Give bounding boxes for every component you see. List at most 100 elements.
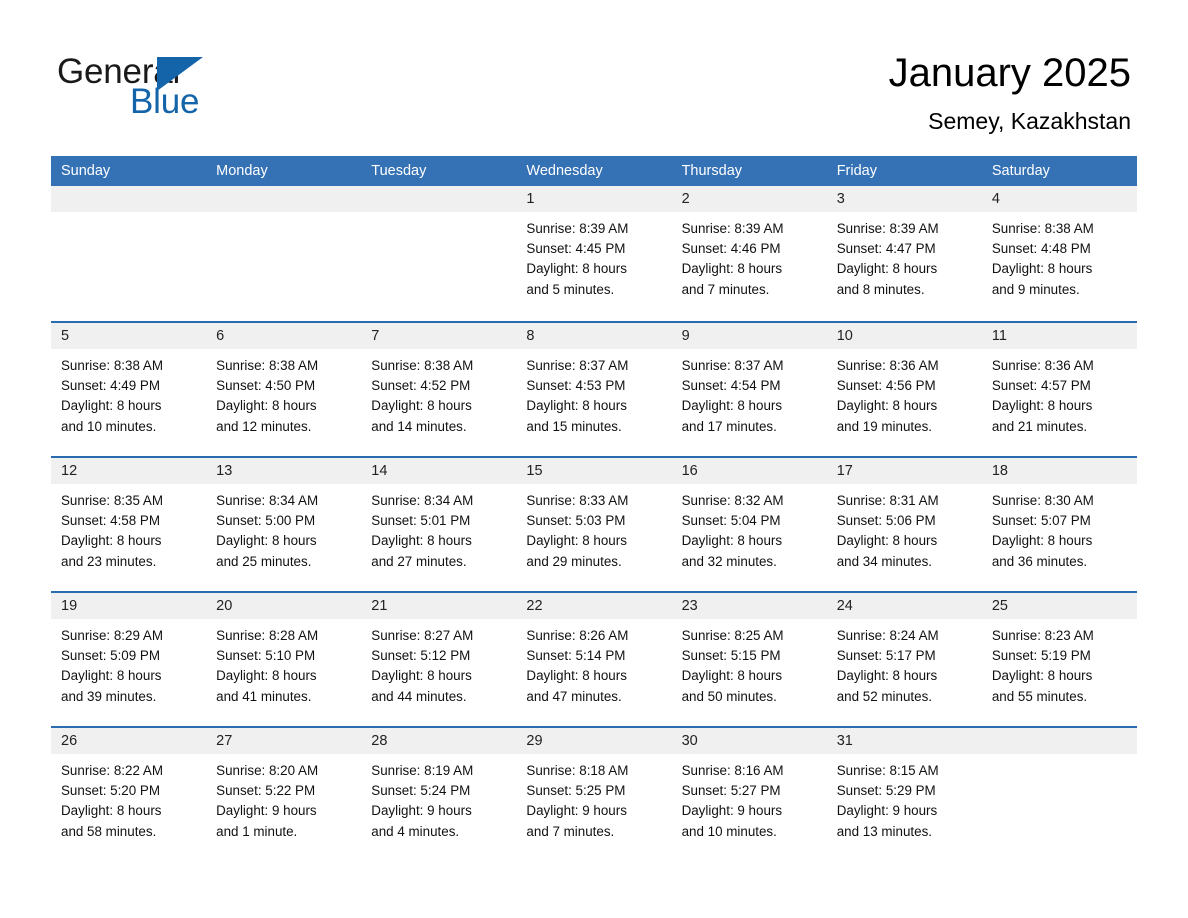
weekday-header-friday: Friday	[836, 163, 877, 179]
daylight-text-line2: and 32 minutes.	[681, 553, 777, 569]
daylight-text-line1: Daylight: 8 hours	[61, 668, 162, 684]
daylight-text-line2: and 5 minutes.	[526, 281, 615, 297]
sunset-text: Sunset: 4:54 PM	[681, 378, 781, 394]
daylight-text-line1: Daylight: 8 hours	[61, 398, 162, 414]
sunrise-text: Sunrise: 8:24 AM	[836, 628, 939, 643]
day-cell[interactable]: 20 Sunrise: 8:28 AM Sunset: 5:10 PM Dayl…	[206, 593, 362, 726]
sunset-text: Sunset: 4:45 PM	[526, 241, 626, 257]
daylight-text-line2: and 7 minutes.	[526, 823, 615, 839]
sunrise-text: Sunrise: 8:28 AM	[216, 628, 319, 643]
day-number: 12	[51, 458, 207, 484]
day-cell[interactable]: 19 Sunrise: 8:29 AM Sunset: 5:09 PM Dayl…	[51, 593, 207, 726]
sunset-text: Sunset: 5:01 PM	[371, 513, 471, 529]
daylight-text-line1: Daylight: 8 hours	[216, 533, 317, 549]
day-cell[interactable]: 30 Sunrise: 8:16 AM Sunset: 5:27 PM Dayl…	[671, 728, 827, 861]
daylight-text-line1: Daylight: 8 hours	[836, 398, 938, 414]
day-cell[interactable]: 29 Sunrise: 8:18 AM Sunset: 5:25 PM Dayl…	[516, 728, 672, 861]
daylight-text-line1: Daylight: 8 hours	[836, 533, 938, 549]
day-number: 23	[671, 593, 827, 619]
day-info: Sunrise: 8:24 AM Sunset: 5:17 PM Dayligh…	[827, 619, 982, 707]
day-cell[interactable]: 27 Sunrise: 8:20 AM Sunset: 5:22 PM Dayl…	[206, 728, 362, 861]
daylight-text-line2: and 52 minutes.	[836, 688, 932, 704]
sunset-text: Sunset: 5:07 PM	[991, 513, 1091, 529]
day-cell[interactable]: 31 Sunrise: 8:15 AM Sunset: 5:29 PM Dayl…	[826, 728, 982, 861]
day-cell[interactable]: 21 Sunrise: 8:27 AM Sunset: 5:12 PM Dayl…	[361, 593, 517, 726]
daylight-text-line2: and 10 minutes.	[61, 418, 157, 434]
day-number: 21	[361, 593, 517, 619]
sunset-text: Sunset: 4:58 PM	[61, 513, 160, 529]
sunrise-text: Sunrise: 8:27 AM	[371, 628, 474, 643]
daylight-text-line2: and 55 minutes.	[991, 688, 1088, 704]
sunset-text: Sunset: 5:06 PM	[836, 513, 936, 529]
sunrise-text: Sunrise: 8:22 AM	[61, 763, 163, 778]
day-cell[interactable]: 9 Sunrise: 8:37 AM Sunset: 4:54 PM Dayli…	[671, 323, 827, 456]
day-cell[interactable]: 6 Sunrise: 8:38 AM Sunset: 4:50 PM Dayli…	[206, 323, 362, 456]
sunrise-text: Sunrise: 8:38 AM	[371, 358, 474, 373]
day-cell[interactable]: 8 Sunrise: 8:37 AM Sunset: 4:53 PM Dayli…	[516, 323, 672, 456]
day-cell[interactable]: 10 Sunrise: 8:36 AM Sunset: 4:56 PM Dayl…	[826, 323, 982, 456]
daylight-text-line2: and 13 minutes.	[836, 823, 932, 839]
day-number: 24	[826, 593, 982, 619]
day-cell[interactable]: 3 Sunrise: 8:39 AM Sunset: 4:47 PM Dayli…	[826, 186, 982, 321]
day-cell[interactable]: 4 Sunrise: 8:38 AM Sunset: 4:48 PM Dayli…	[981, 186, 1137, 321]
day-cell[interactable]: 11 Sunrise: 8:36 AM Sunset: 4:57 PM Dayl…	[981, 323, 1137, 456]
sunrise-text: Sunrise: 8:31 AM	[836, 493, 939, 508]
daylight-text-line1: Daylight: 8 hours	[61, 533, 162, 549]
sunrise-text: Sunrise: 8:39 AM	[836, 221, 939, 236]
day-number: 30	[671, 728, 827, 754]
day-cell[interactable]: 25 Sunrise: 8:23 AM Sunset: 5:19 PM Dayl…	[981, 593, 1137, 726]
sunset-text: Sunset: 4:57 PM	[991, 378, 1091, 394]
day-number: 29	[516, 728, 672, 754]
day-cell[interactable]: 12 Sunrise: 8:35 AM Sunset: 4:58 PM Dayl…	[51, 458, 207, 591]
day-cell[interactable]: 13 Sunrise: 8:34 AM Sunset: 5:00 PM Dayl…	[206, 458, 362, 591]
daylight-text-line2: and 21 minutes.	[991, 418, 1088, 434]
sunset-text: Sunset: 5:29 PM	[836, 783, 936, 799]
daylight-text-line2: and 1 minute.	[216, 823, 298, 839]
daylight-text-line2: and 17 minutes.	[681, 418, 777, 434]
day-number: 3	[826, 186, 982, 212]
day-info: Sunrise: 8:33 AM Sunset: 5:03 PM Dayligh…	[516, 484, 671, 572]
day-cell[interactable]: 2 Sunrise: 8:39 AM Sunset: 4:46 PM Dayli…	[671, 186, 827, 321]
daylight-text-line1: Daylight: 9 hours	[681, 803, 783, 819]
daylight-text-line1: Daylight: 8 hours	[526, 668, 627, 684]
daylight-text-line2: and 39 minutes.	[61, 688, 157, 704]
sunrise-text: Sunrise: 8:29 AM	[61, 628, 163, 643]
day-cell[interactable]: 14 Sunrise: 8:34 AM Sunset: 5:01 PM Dayl…	[361, 458, 517, 591]
week-row: 12 Sunrise: 8:35 AM Sunset: 4:58 PM Dayl…	[51, 456, 1137, 591]
day-cell[interactable]: 24 Sunrise: 8:24 AM Sunset: 5:17 PM Dayl…	[826, 593, 982, 726]
day-cell[interactable]: 1 Sunrise: 8:39 AM Sunset: 4:45 PM Dayli…	[516, 186, 672, 321]
daylight-text-line1: Daylight: 8 hours	[216, 668, 317, 684]
sunset-text: Sunset: 5:25 PM	[526, 783, 626, 799]
sunrise-text: Sunrise: 8:32 AM	[681, 493, 784, 508]
day-cell[interactable]: 18 Sunrise: 8:30 AM Sunset: 5:07 PM Dayl…	[981, 458, 1137, 591]
sunset-text: Sunset: 5:27 PM	[681, 783, 781, 799]
daylight-text-line1: Daylight: 8 hours	[681, 668, 783, 684]
sunset-text: Sunset: 5:15 PM	[681, 648, 781, 664]
weekday-header-monday: Monday	[216, 163, 268, 179]
daylight-text-line2: and 15 minutes.	[526, 418, 622, 434]
day-cell[interactable]: 16 Sunrise: 8:32 AM Sunset: 5:04 PM Dayl…	[671, 458, 827, 591]
day-cell[interactable]: 26 Sunrise: 8:22 AM Sunset: 5:20 PM Dayl…	[51, 728, 207, 861]
day-cell[interactable]: 7 Sunrise: 8:38 AM Sunset: 4:52 PM Dayli…	[361, 323, 517, 456]
daylight-text-line1: Daylight: 8 hours	[836, 261, 938, 277]
sunrise-text: Sunrise: 8:39 AM	[526, 221, 629, 236]
day-info: Sunrise: 8:25 AM Sunset: 5:15 PM Dayligh…	[672, 619, 827, 707]
sunrise-text: Sunrise: 8:38 AM	[61, 358, 163, 373]
day-number: 14	[361, 458, 517, 484]
day-info: Sunrise: 8:37 AM Sunset: 4:53 PM Dayligh…	[516, 349, 671, 437]
daylight-text-line1: Daylight: 8 hours	[526, 398, 627, 414]
day-cell[interactable]: 17 Sunrise: 8:31 AM Sunset: 5:06 PM Dayl…	[826, 458, 982, 591]
calendar-table: Sunday Monday Tuesday Wednesday Thursday…	[51, 156, 1137, 861]
sunrise-text: Sunrise: 8:30 AM	[991, 493, 1094, 508]
day-cell[interactable]: 23 Sunrise: 8:25 AM Sunset: 5:15 PM Dayl…	[671, 593, 827, 726]
week-row: 19 Sunrise: 8:29 AM Sunset: 5:09 PM Dayl…	[51, 591, 1137, 726]
day-cell[interactable]: 15 Sunrise: 8:33 AM Sunset: 5:03 PM Dayl…	[516, 458, 672, 591]
day-cell[interactable]: 5 Sunrise: 8:38 AM Sunset: 4:49 PM Dayli…	[51, 323, 207, 456]
general-blue-logo[interactable]: General Blue	[57, 52, 277, 128]
day-cell[interactable]: 22 Sunrise: 8:26 AM Sunset: 5:14 PM Dayl…	[516, 593, 672, 726]
daylight-text-line2: and 23 minutes.	[61, 553, 157, 569]
daylight-text-line1: Daylight: 8 hours	[991, 398, 1093, 414]
daylight-text-line2: and 44 minutes.	[371, 688, 467, 704]
day-number: 27	[206, 728, 362, 754]
day-cell[interactable]: 28 Sunrise: 8:19 AM Sunset: 5:24 PM Dayl…	[361, 728, 517, 861]
